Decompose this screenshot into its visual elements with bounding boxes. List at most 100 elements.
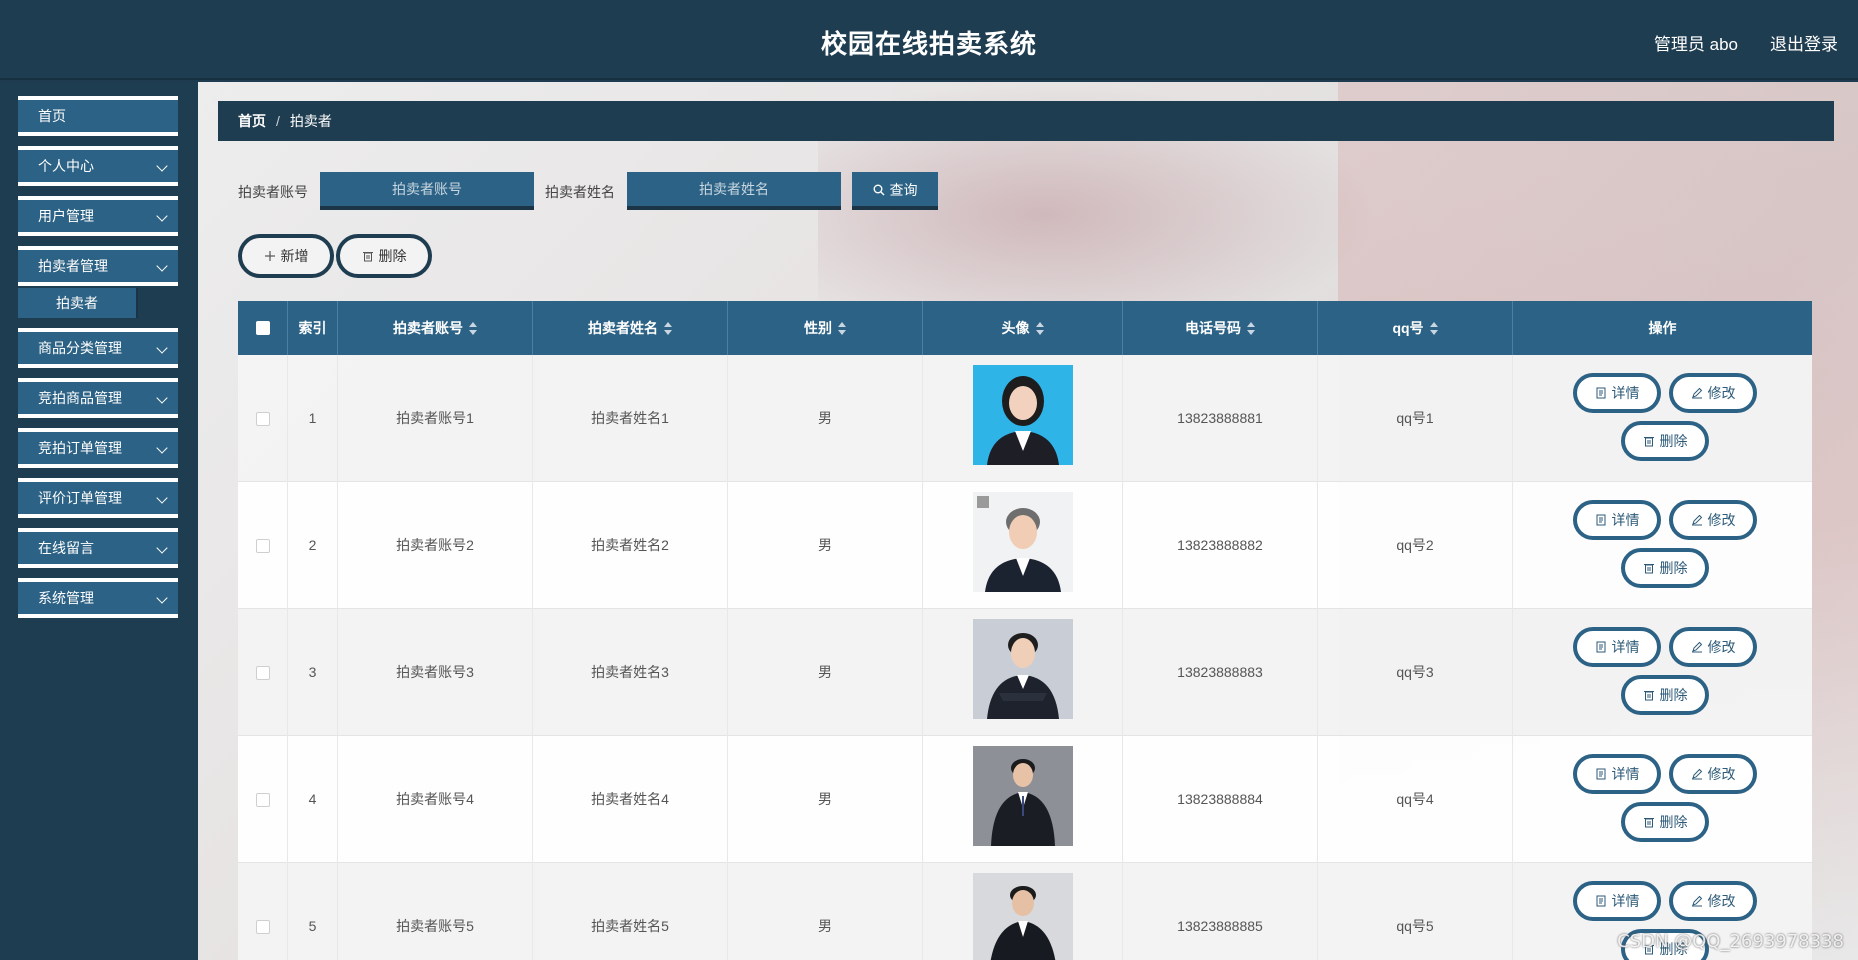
- sidebar-item-bidding-order-management[interactable]: 竞拍订单管理: [18, 428, 178, 468]
- breadcrumb-separator: /: [276, 113, 280, 129]
- header-select-all-cell: [238, 301, 288, 355]
- trash-icon: [1643, 691, 1654, 701]
- row-select-cell: [238, 609, 288, 736]
- avatar[interactable]: [973, 492, 1073, 592]
- cell-index: 1: [288, 355, 338, 482]
- header-name[interactable]: 拍卖者姓名: [533, 301, 728, 355]
- detail-button-label: 详情: [1611, 512, 1640, 528]
- chevron-down-icon: [156, 592, 168, 604]
- row-checkbox[interactable]: [256, 793, 270, 807]
- breadcrumb-current: 拍卖者: [289, 113, 332, 129]
- row-delete-button[interactable]: 删除: [1621, 675, 1709, 715]
- batch-delete-button[interactable]: 删除: [336, 234, 432, 278]
- table-row: 1 拍卖者账号1 拍卖者姓名1 男 13823888881 qq号1 详情 修改…: [238, 355, 1812, 482]
- breadcrumb-home[interactable]: 首页: [238, 113, 266, 129]
- row-checkbox[interactable]: [256, 539, 270, 553]
- chevron-down-icon: [156, 392, 168, 404]
- header-qq[interactable]: qq号: [1318, 301, 1513, 355]
- app-title: 校园在线拍卖系统: [820, 29, 1037, 59]
- header-label: 头像: [1001, 320, 1030, 336]
- sort-icon[interactable]: [1247, 322, 1255, 336]
- detail-button[interactable]: 详情: [1573, 373, 1661, 413]
- table-row: 3 拍卖者账号3 拍卖者姓名3 男 13823888883 qq号3 详情 修改…: [238, 609, 1812, 736]
- cell-operations: 详情 修改 删除: [1513, 736, 1812, 863]
- top-header: 校园在线拍卖系统 管理员 abo 退出登录: [0, 0, 1858, 80]
- sidebar-item-category-management[interactable]: 商品分类管理: [18, 328, 178, 368]
- cell-account: 拍卖者账号4: [338, 736, 533, 863]
- row-delete-button[interactable]: 删除: [1621, 548, 1709, 588]
- row-delete-button-label: 删除: [1659, 560, 1688, 576]
- edit-button[interactable]: 修改: [1669, 754, 1757, 794]
- avatar[interactable]: [973, 619, 1073, 719]
- pencil-icon: [1691, 768, 1702, 780]
- header-account[interactable]: 拍卖者账号: [338, 301, 533, 355]
- trash-icon: [1643, 818, 1654, 828]
- table-row: 5 拍卖者账号5 拍卖者姓名5 男 13823888885 qq号5 详情 修改…: [238, 863, 1812, 960]
- cell-name: 拍卖者姓名1: [533, 355, 728, 482]
- chevron-down-icon: [156, 210, 168, 222]
- sort-icon[interactable]: [469, 322, 477, 336]
- header-phone[interactable]: 电话号码: [1123, 301, 1318, 355]
- table-row: 4 拍卖者账号4 拍卖者姓名4 男 13823888884 qq号4 详情 修改…: [238, 736, 1812, 863]
- row-checkbox[interactable]: [256, 666, 270, 680]
- query-button[interactable]: 查询: [852, 172, 938, 210]
- sidebar-item-home[interactable]: 首页: [18, 96, 178, 136]
- sidebar: 首页 个人中心 用户管理 拍卖者管理 拍卖者 商品分类管理 竞拍商品管理 竞拍订…: [0, 82, 198, 960]
- sidebar-item-bidding-goods-management[interactable]: 竞拍商品管理: [18, 378, 178, 418]
- cell-phone: 13823888881: [1123, 355, 1318, 482]
- row-delete-button[interactable]: 删除: [1621, 802, 1709, 842]
- sidebar-subitem-auctioneer[interactable]: 拍卖者: [18, 288, 138, 318]
- row-delete-button-label: 删除: [1659, 814, 1688, 830]
- add-button-label: 新增: [280, 248, 309, 264]
- document-icon: [1596, 514, 1605, 526]
- sort-icon[interactable]: [664, 322, 672, 336]
- cell-phone: 13823888885: [1123, 863, 1318, 960]
- avatar[interactable]: [973, 873, 1073, 960]
- chevron-down-icon: [156, 442, 168, 454]
- add-button[interactable]: 新增: [238, 234, 334, 278]
- sidebar-item-online-message[interactable]: 在线留言: [18, 528, 178, 568]
- select-all-checkbox[interactable]: [256, 321, 270, 335]
- name-search-input[interactable]: [627, 172, 841, 210]
- cell-name: 拍卖者姓名2: [533, 482, 728, 609]
- sidebar-item-auctioneer-management[interactable]: 拍卖者管理: [18, 246, 178, 286]
- cell-avatar: [923, 609, 1123, 736]
- sort-icon[interactable]: [1035, 322, 1044, 336]
- watermark: CSDN @QQ_2693978338: [1617, 931, 1844, 952]
- cell-gender: 男: [728, 482, 923, 609]
- chevron-down-icon: [156, 492, 168, 504]
- cell-qq: qq号1: [1318, 355, 1513, 482]
- edit-button[interactable]: 修改: [1669, 881, 1757, 921]
- row-delete-button[interactable]: 删除: [1621, 421, 1709, 461]
- pencil-icon: [1691, 387, 1702, 399]
- logout-link[interactable]: 退出登录: [1770, 30, 1838, 55]
- sidebar-item-review-order-management[interactable]: 评价订单管理: [18, 478, 178, 518]
- detail-button[interactable]: 详情: [1573, 627, 1661, 667]
- sidebar-item-label: 拍卖者管理: [38, 258, 108, 274]
- sidebar-item-system-management[interactable]: 系统管理: [18, 578, 178, 618]
- cell-qq: qq号4: [1318, 736, 1513, 863]
- header-avatar[interactable]: 头像: [923, 301, 1123, 355]
- sidebar-item-label: 系统管理: [38, 590, 94, 606]
- sort-icon[interactable]: [838, 322, 846, 336]
- edit-button[interactable]: 修改: [1669, 627, 1757, 667]
- sidebar-item-user-management[interactable]: 用户管理: [18, 196, 178, 236]
- header-gender[interactable]: 性别: [728, 301, 923, 355]
- detail-button[interactable]: 详情: [1573, 754, 1661, 794]
- cell-index: 2: [288, 482, 338, 609]
- detail-button-label: 详情: [1611, 385, 1640, 401]
- sidebar-item-personal-center[interactable]: 个人中心: [18, 146, 178, 186]
- header-label: 电话号码: [1185, 320, 1241, 336]
- row-checkbox[interactable]: [256, 412, 270, 426]
- detail-button[interactable]: 详情: [1573, 881, 1661, 921]
- avatar[interactable]: [973, 365, 1073, 465]
- sort-icon[interactable]: [1429, 322, 1438, 336]
- account-search-input[interactable]: [320, 172, 534, 210]
- edit-button[interactable]: 修改: [1669, 373, 1757, 413]
- avatar[interactable]: [973, 746, 1073, 846]
- detail-button[interactable]: 详情: [1573, 500, 1661, 540]
- edit-button[interactable]: 修改: [1669, 500, 1757, 540]
- edit-button-label: 修改: [1707, 766, 1736, 782]
- trash-icon: [1643, 564, 1654, 574]
- row-checkbox[interactable]: [256, 920, 270, 934]
